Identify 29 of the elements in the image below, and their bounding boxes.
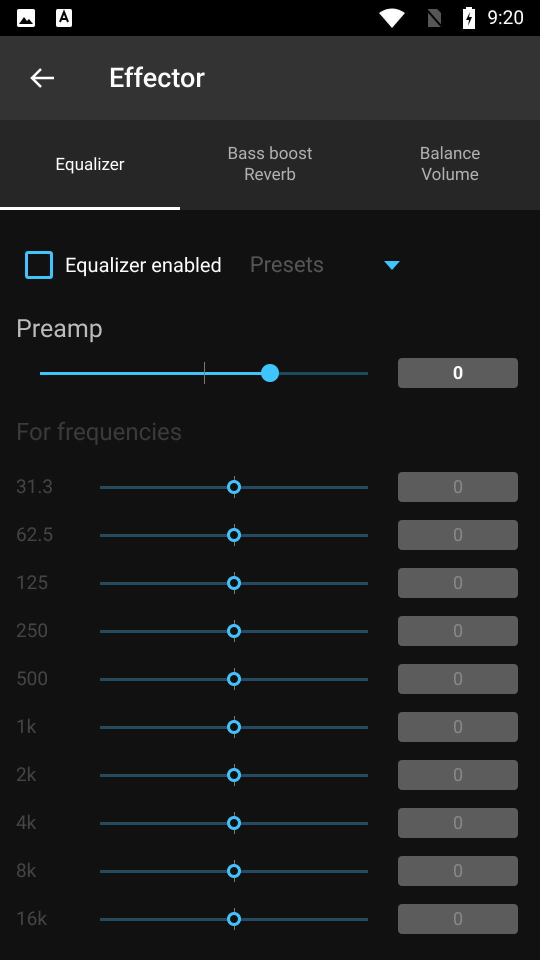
preamp-slider[interactable] (40, 361, 368, 385)
slider-thumb[interactable] (260, 364, 279, 382)
checkbox[interactable] (25, 251, 53, 279)
font-icon (56, 8, 72, 28)
band-slider[interactable] (100, 811, 368, 835)
dropdown-arrow-icon (384, 260, 400, 270)
tab[interactable]: Equalizer (0, 120, 180, 210)
band-slider[interactable] (100, 907, 368, 931)
clock: 9:20 (487, 4, 524, 31)
back-arrow-icon (29, 67, 55, 89)
image-icon (16, 8, 36, 28)
checkbox-label: Equalizer enabled (65, 252, 222, 279)
battery-charging-icon (463, 7, 476, 29)
value-field[interactable]: 0 (398, 358, 518, 388)
band-slider[interactable] (100, 859, 368, 883)
tab[interactable]: Balance Volume (360, 120, 540, 210)
band-slider[interactable] (100, 715, 368, 739)
screen-title: Effector (109, 60, 205, 96)
band-slider[interactable] (100, 523, 368, 547)
band-slider[interactable] (100, 763, 368, 787)
presets-dropdown[interactable]: Presets (250, 245, 400, 285)
band-slider[interactable] (100, 475, 368, 499)
wifi-icon (379, 8, 406, 28)
band-slider[interactable] (100, 667, 368, 691)
section-label: Preamp (16, 314, 104, 346)
tab[interactable]: Bass boost Reverb (180, 120, 360, 210)
no-sim-icon (425, 8, 444, 28)
band-slider[interactable] (100, 571, 368, 595)
band-slider[interactable] (100, 619, 368, 643)
